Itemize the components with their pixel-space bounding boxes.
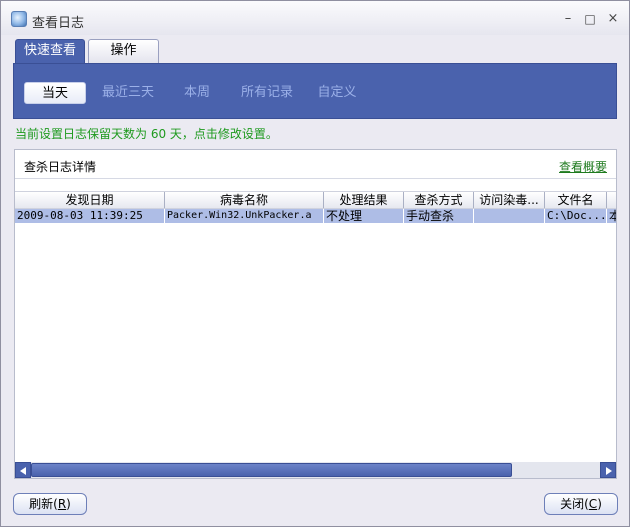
- maximize-button[interactable]: □: [581, 10, 599, 28]
- close-button[interactable]: 关闭(C): [544, 493, 618, 515]
- column-header-virus-name[interactable]: 病毒名称: [165, 192, 324, 208]
- table-header: 发现日期 病毒名称 处理结果 查杀方式 访问染毒... 文件名: [15, 191, 616, 209]
- close-window-button[interactable]: ×: [604, 10, 622, 28]
- refresh-shortcut-key: R: [57, 497, 67, 511]
- app-shield-icon: [11, 11, 27, 27]
- column-header-file-name[interactable]: 文件名: [545, 192, 607, 208]
- log-viewer-window: 查看日志 – □ × 快速查看 操作 当天 最近三天 本周 所有记录 自定义 当…: [0, 0, 630, 527]
- log-details-panel: 查杀日志详情 查看概要 发现日期 病毒名称 处理结果 查杀方式 访问染毒... …: [14, 149, 617, 479]
- cell-result: 不处理: [324, 209, 404, 223]
- cell-virus-name: Packer.Win32.UnkPacker.a: [165, 209, 324, 223]
- column-header-date[interactable]: 发现日期: [15, 192, 165, 208]
- column-header-extra[interactable]: [607, 192, 616, 208]
- view-summary-link[interactable]: 查看概要: [559, 158, 607, 175]
- cell-infected-access: [474, 209, 545, 223]
- filter-last-three-days[interactable]: 最近三天: [96, 82, 160, 104]
- scroll-right-arrow-icon[interactable]: [600, 462, 616, 478]
- scrollbar-thumb[interactable]: [31, 463, 512, 477]
- refresh-button[interactable]: 刷新(R): [13, 493, 87, 515]
- cell-date: 2009-08-03 11:39:25: [15, 209, 165, 223]
- cell-extra: 本: [609, 209, 616, 223]
- minimize-button[interactable]: –: [559, 10, 577, 28]
- column-header-scan-method[interactable]: 查杀方式: [404, 192, 474, 208]
- column-header-infected-access[interactable]: 访问染毒...: [474, 192, 545, 208]
- close-shortcut-key: C: [588, 497, 598, 511]
- close-label-end: ): [597, 497, 602, 511]
- column-header-result[interactable]: 处理结果: [324, 192, 404, 208]
- tab-quick-view[interactable]: 快速查看: [15, 39, 85, 63]
- scroll-left-arrow-icon[interactable]: [15, 462, 31, 478]
- cell-scan-method: 手动查杀: [404, 209, 474, 223]
- tab-operations[interactable]: 操作: [88, 39, 159, 63]
- panel-title: 查杀日志详情: [24, 160, 97, 174]
- refresh-label: 刷新(: [29, 497, 58, 511]
- divider: [15, 178, 616, 179]
- close-label: 关闭(: [560, 497, 589, 511]
- title-bar[interactable]: 查看日志 – □ ×: [1, 1, 629, 35]
- filter-all-records[interactable]: 所有记录: [238, 82, 296, 104]
- refresh-label-end: ): [66, 497, 71, 511]
- table-row[interactable]: 2009-08-03 11:39:25 Packer.Win32.UnkPack…: [15, 209, 616, 223]
- window-title: 查看日志: [32, 16, 85, 31]
- date-filter-bar: 当天 最近三天 本周 所有记录 自定义: [13, 63, 617, 119]
- cell-file-name: C:\Doc...: [547, 209, 607, 223]
- filter-custom[interactable]: 自定义: [316, 82, 358, 104]
- retention-notice-link[interactable]: 当前设置日志保留天数为 60 天，点击修改设置。: [15, 125, 278, 142]
- filter-this-week[interactable]: 本周: [180, 82, 214, 104]
- filter-today[interactable]: 当天: [24, 82, 86, 104]
- horizontal-scrollbar[interactable]: [15, 462, 616, 478]
